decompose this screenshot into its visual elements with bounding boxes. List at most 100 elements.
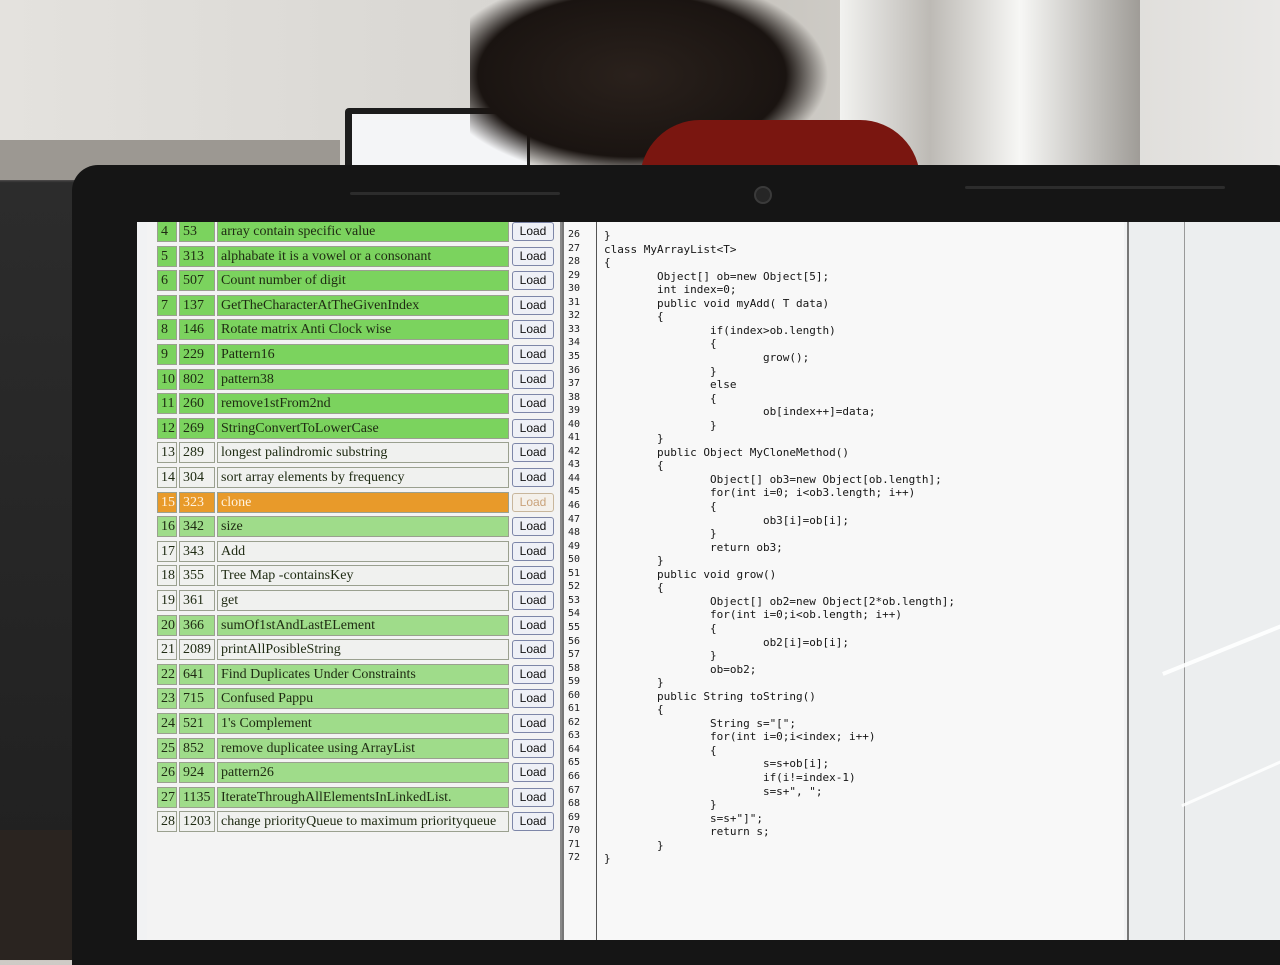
line-number: 56 — [568, 635, 581, 647]
line-number: 37 — [568, 378, 581, 390]
load-button[interactable]: Load — [512, 664, 554, 684]
load-button[interactable]: Load — [512, 689, 554, 709]
line-number: 63 — [568, 730, 581, 742]
line-number: 49 — [568, 540, 581, 552]
line-number: 57 — [568, 649, 581, 661]
load-button[interactable]: Load — [512, 812, 554, 832]
load-cell: Load — [512, 713, 556, 734]
row-index: 5 — [157, 245, 177, 267]
load-cell: Load — [512, 442, 556, 463]
row-index: 6 — [157, 270, 177, 292]
code-line: ob[index++]=data; — [604, 405, 876, 419]
problem-title: IterateThroughAllElementsInLinkedList. — [217, 786, 509, 808]
problem-table: 4 53 array contain specific value Load 5 313 a… — [147, 222, 562, 940]
load-button[interactable]: Load — [512, 566, 554, 586]
table-row: 5 313 alphabate it is a vowel or a consona… — [157, 245, 557, 268]
problem-id: 641 — [179, 663, 215, 685]
code-line: grow(); — [604, 350, 810, 364]
line-number: 44 — [568, 472, 581, 484]
load-cell: Load — [512, 295, 556, 316]
problem-id: 361 — [179, 590, 215, 611]
table-row: 18 355 Tree Map -containsKey Load — [157, 565, 557, 587]
code-editor[interactable]: 26} 27 class MyArrayList<T> 28 {29 Object[] … — [562, 222, 1124, 940]
load-button[interactable]: Load — [512, 295, 554, 315]
line-number: 26 — [568, 229, 581, 240]
table-row: 17 343 Add Load — [157, 540, 557, 563]
load-button[interactable]: Load — [512, 492, 554, 512]
code-line: } — [604, 798, 717, 812]
row-index: 20 — [157, 614, 177, 636]
load-button[interactable]: Load — [512, 615, 554, 635]
load-button[interactable]: Load — [512, 369, 554, 389]
load-button[interactable]: Load — [512, 246, 554, 266]
line-number: 52 — [568, 581, 581, 593]
load-button[interactable]: Load — [512, 418, 554, 438]
row-index: 25 — [157, 737, 177, 759]
problem-id: 507 — [179, 270, 215, 292]
code-line: ob=ob2; — [604, 662, 757, 676]
load-button[interactable]: Load — [512, 443, 554, 463]
line-number: 59 — [568, 676, 581, 688]
load-button[interactable]: Load — [512, 738, 554, 758]
problem-id: 521 — [179, 713, 215, 734]
problem-id: 229 — [179, 344, 215, 365]
row-index: 21 — [157, 639, 177, 661]
row-index: 22 — [157, 663, 177, 685]
code-line: public void myAdd( T data) — [604, 296, 830, 310]
load-button[interactable]: Load — [512, 640, 554, 660]
load-cell: Load — [512, 590, 556, 611]
line-number: 55 — [568, 621, 581, 633]
load-cell: Load — [512, 319, 556, 340]
load-button[interactable]: Load — [512, 345, 554, 364]
load-button[interactable]: Load — [512, 763, 554, 783]
row-index: 9 — [157, 344, 177, 365]
table-row: 23 715 Confused Pappu Load — [157, 688, 557, 710]
load-button[interactable]: Load — [512, 271, 554, 291]
line-number: 51 — [568, 567, 581, 579]
code-line: return ob3; — [604, 540, 783, 554]
problem-title: Rotate matrix Anti Clock wise — [217, 319, 509, 341]
code-line: String s="["; — [604, 716, 797, 730]
load-button[interactable]: Load — [512, 468, 554, 487]
row-index: 4 — [157, 222, 177, 242]
table-row: 20 366 sumOf1stAndLastELement Load — [157, 614, 557, 637]
load-button[interactable]: Load — [512, 541, 554, 561]
problem-id: 715 — [179, 688, 215, 710]
row-index: 24 — [157, 713, 177, 734]
code-line: s=s+ob[i]; — [604, 757, 830, 771]
code-line: } — [604, 676, 664, 690]
load-button[interactable]: Load — [512, 714, 554, 733]
load-button[interactable]: Load — [512, 320, 554, 340]
problem-id: 355 — [179, 565, 215, 587]
line-number: 38 — [568, 391, 581, 403]
line-number: 39 — [568, 405, 581, 417]
problem-title: sort array elements by frequency — [217, 467, 509, 488]
load-button[interactable]: Load — [512, 787, 554, 807]
problem-id: 343 — [179, 540, 215, 562]
table-row: 4 53 array contain specific value Load — [157, 222, 557, 243]
row-index: 23 — [157, 688, 177, 710]
load-cell: Load — [512, 467, 556, 488]
problem-id: 304 — [179, 467, 215, 488]
load-button[interactable]: Load — [512, 517, 554, 537]
load-cell: Load — [512, 393, 556, 414]
table-row: 27 1135 IterateThroughAllElementsInLinkedL… — [157, 786, 557, 809]
load-button[interactable]: Load — [512, 394, 554, 414]
problem-id: 852 — [179, 737, 215, 759]
code-line: s=s+"]"; — [604, 811, 763, 825]
table-row: 28 1203 change priorityQueue to maximum pr… — [157, 811, 557, 833]
problem-title: Confused Pappu — [217, 688, 509, 710]
problem-id: 260 — [179, 393, 215, 415]
row-index: 17 — [157, 540, 177, 562]
problem-title: remove duplicatee using ArrayList — [217, 737, 509, 759]
load-button[interactable]: Load — [512, 222, 554, 241]
row-index: 8 — [157, 319, 177, 341]
table-row: 11 260 remove1stFrom2nd Load — [157, 393, 557, 415]
load-button[interactable]: Load — [512, 591, 554, 610]
problem-title: Pattern16 — [217, 344, 509, 365]
table-row: 21 2089 printAllPosibleString Load — [157, 639, 557, 661]
row-index: 14 — [157, 467, 177, 488]
problem-title: sumOf1stAndLastELement — [217, 614, 509, 636]
problem-id: 323 — [179, 491, 215, 513]
table-row: 22 641 Find Duplicates Under Constraints Lo… — [157, 663, 557, 686]
